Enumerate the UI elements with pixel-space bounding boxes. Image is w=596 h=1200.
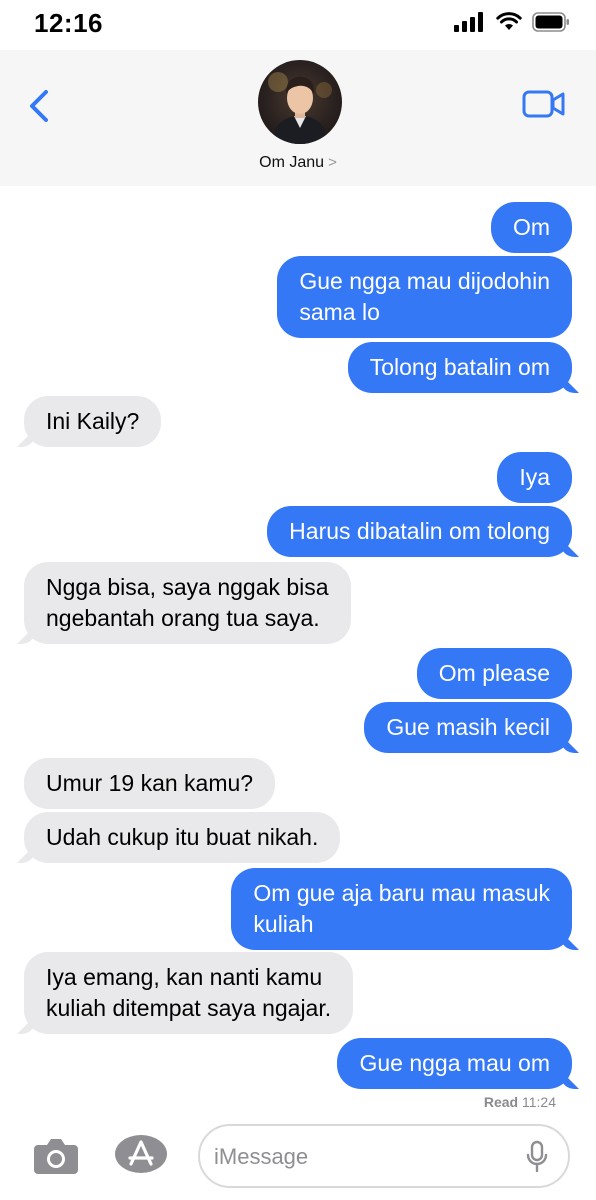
message-input[interactable]: iMessage <box>198 1124 570 1188</box>
message-text: Ini Kaily? <box>46 408 140 434</box>
chevron-left-icon <box>30 90 48 122</box>
message-bubble-incoming[interactable]: Iya emang, kan nanti kamu kuliah ditempa… <box>24 952 354 1034</box>
message-thread[interactable]: Om Gue ngga mau dijodohin sama lo Tolong… <box>0 186 596 1116</box>
contact-avatar[interactable] <box>258 60 342 144</box>
message-bubble-incoming[interactable]: Ini Kaily? <box>24 396 162 447</box>
message-input-placeholder: iMessage <box>214 1144 309 1169</box>
message-text: Gue ngga mau dijodohin sama lo <box>299 268 550 325</box>
message-text: Umur 19 kan kamu? <box>46 770 254 796</box>
message-text: Udah cukup itu buat nikah. <box>46 824 319 850</box>
message-bubble-outgoing[interactable]: Tolong batalin om <box>347 342 572 393</box>
chevron-right-icon: > <box>328 154 337 171</box>
status-icons <box>454 12 570 32</box>
back-button[interactable] <box>20 86 60 126</box>
message-text: Harus dibatalin om tolong <box>289 518 550 544</box>
cellular-signal-icon <box>454 12 483 32</box>
app-store-button[interactable] <box>114 1134 168 1174</box>
message-bubble-outgoing[interactable]: Om gue aja baru mau masuk kuliah <box>231 868 572 950</box>
video-camera-icon <box>522 90 565 118</box>
compose-bar: iMessage <box>0 1116 596 1200</box>
message-bubble-incoming[interactable]: Ngga bisa, saya nggak bisa ngebantah ora… <box>24 562 351 644</box>
message-bubble-incoming[interactable]: Umur 19 kan kamu? <box>24 758 276 809</box>
message-text: Iya emang, kan nanti kamu kuliah ditempa… <box>46 964 332 1021</box>
app-store-icon <box>115 1135 167 1173</box>
read-receipt-label: Read <box>483 1094 519 1110</box>
message-text: Om please <box>438 660 550 686</box>
message-text: Gue masih kecil <box>386 714 550 740</box>
battery-icon <box>532 12 569 32</box>
message-bubble-outgoing[interactable]: Gue ngga mau om <box>337 1038 572 1089</box>
camera-button[interactable] <box>32 1136 80 1176</box>
status-time: 12:16 <box>34 8 103 38</box>
microphone-icon[interactable] <box>526 1140 548 1174</box>
message-text: Iya <box>519 464 550 490</box>
message-bubble-outgoing[interactable]: Om <box>490 202 572 253</box>
wifi-icon <box>496 12 522 30</box>
status-bar: 12:16 <box>0 0 596 50</box>
message-text: Gue ngga mau om <box>359 1050 550 1076</box>
message-bubble-outgoing[interactable]: Iya <box>497 452 572 503</box>
message-text: Om gue aja baru mau masuk kuliah <box>253 880 550 937</box>
video-call-button[interactable] <box>522 88 566 120</box>
read-receipt: Read 11:24 <box>484 1094 556 1110</box>
message-text: Tolong batalin om <box>369 354 550 380</box>
message-bubble-outgoing[interactable]: Gue masih kecil <box>364 702 572 753</box>
message-bubble-incoming[interactable]: Udah cukup itu buat nikah. <box>24 812 341 863</box>
conversation-header: Om Janu > <box>0 50 596 186</box>
read-receipt-time: 11:24 <box>522 1094 556 1110</box>
camera-icon <box>34 1139 78 1174</box>
message-bubble-outgoing[interactable]: Gue ngga mau dijodohin sama lo <box>277 256 572 338</box>
message-text: Om <box>512 214 550 240</box>
contact-name[interactable]: Om Janu <box>259 154 324 171</box>
contact-name-row[interactable]: Om Janu > <box>0 154 596 172</box>
message-bubble-outgoing[interactable]: Harus dibatalin om tolong <box>267 506 572 557</box>
message-bubble-outgoing[interactable]: Om please <box>416 648 572 699</box>
message-text: Ngga bisa, saya nggak bisa ngebantah ora… <box>46 574 329 631</box>
avatar-photo <box>268 72 332 144</box>
